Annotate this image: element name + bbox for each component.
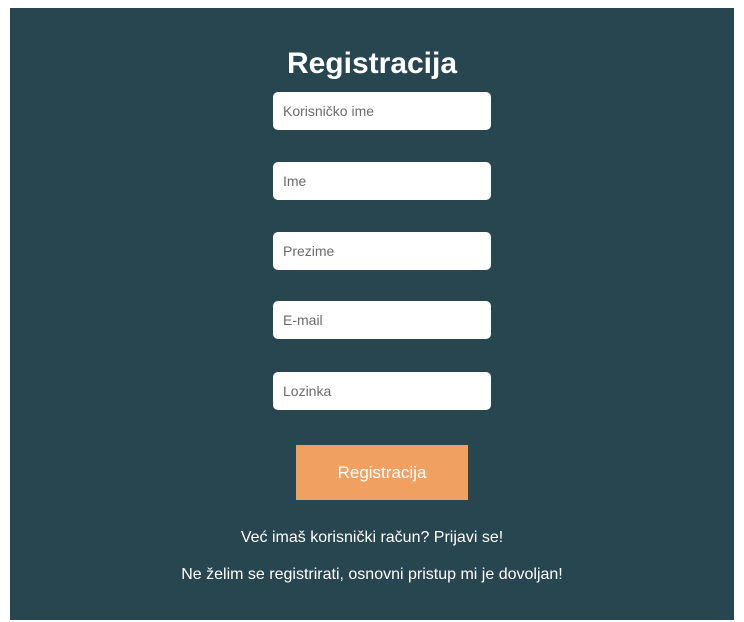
skip-registration-link[interactable]: Ne želim se registrirati, osnovni pristu…: [10, 565, 734, 585]
page-title: Registracija: [286, 47, 458, 80]
login-link[interactable]: Već imaš korisnički račun? Prijavi se!: [10, 528, 734, 548]
email-input[interactable]: [273, 301, 491, 339]
last-name-input[interactable]: [273, 232, 491, 270]
registration-panel: Registracija Registracija Već imaš koris…: [10, 8, 734, 620]
password-input[interactable]: [273, 372, 491, 410]
username-input[interactable]: [273, 92, 491, 130]
register-button[interactable]: Registracija: [296, 445, 468, 500]
first-name-input[interactable]: [273, 162, 491, 200]
